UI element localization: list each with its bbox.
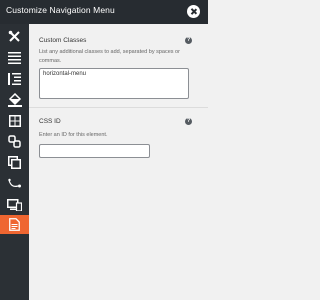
custom-classes-help-icon[interactable]: ?: [185, 37, 192, 44]
settings-content: Custom Classes ? List any additional cla…: [29, 24, 208, 300]
align-justify-icon: [8, 51, 21, 64]
paint-bucket-icon: [7, 92, 22, 107]
sidebar-tab-advanced[interactable]: [0, 215, 29, 234]
panel-title: Customize Navigation Menu: [6, 5, 115, 15]
sidebar-tab-animation[interactable]: [0, 173, 29, 194]
sidebar-tabs: [0, 24, 29, 300]
css-id-help-icon[interactable]: ?: [185, 118, 192, 125]
custom-classes-title: Custom Classes: [39, 37, 87, 44]
motion-path-icon: [7, 178, 21, 187]
custom-classes-description: List any additional classes to add, sepa…: [39, 49, 180, 64]
close-icon[interactable]: [187, 5, 200, 18]
customize-navigation-menu-panel: Customize Navigation Menu Custom Classes…: [0, 0, 208, 300]
css-id-title: CSS ID: [39, 118, 61, 125]
indent-icon: [8, 72, 21, 85]
sidebar-tab-borders[interactable]: [0, 110, 29, 131]
sidebar-tab-layout[interactable]: [0, 47, 29, 68]
custom-classes-section: Custom Classes ? List any additional cla…: [29, 24, 208, 107]
sidebar-tab-responsive[interactable]: [0, 194, 29, 215]
panel-header: Customize Navigation Menu: [0, 0, 208, 24]
sidebar-tab-general[interactable]: [0, 26, 29, 47]
wrench-screwdriver-icon: [8, 30, 20, 42]
custom-classes-input[interactable]: horizontal-menu: [39, 68, 189, 99]
layers-copy-icon: [8, 156, 21, 169]
sidebar-tab-colors[interactable]: [0, 89, 29, 110]
sidebar-tab-spacing[interactable]: [0, 68, 29, 89]
document-code-icon: [9, 218, 20, 231]
css-id-description: Enter an ID for this element.: [39, 132, 108, 138]
border-grid-icon: [8, 114, 21, 127]
responsive-devices-icon: [7, 198, 22, 211]
css-id-section: CSS ID ? Enter an ID for this element.: [29, 108, 208, 188]
css-id-input[interactable]: [39, 144, 150, 158]
sidebar-tab-layers[interactable]: [0, 152, 29, 173]
link-chain-icon: [8, 135, 21, 148]
sidebar-tab-links[interactable]: [0, 131, 29, 152]
